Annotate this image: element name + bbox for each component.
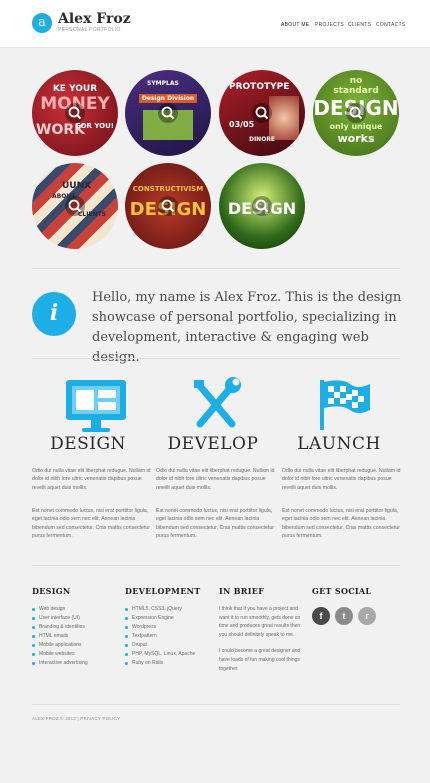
zoom-icon xyxy=(158,103,178,123)
footer-development-title: DEVELOPMENT xyxy=(125,586,201,596)
thumb-caption: only unique xyxy=(329,122,383,131)
brief-paragraph: I think that if you have a project and w… xyxy=(219,606,301,638)
list-item[interactable]: Branding & identities xyxy=(32,623,88,632)
list-item[interactable]: Drupal xyxy=(125,641,195,650)
portfolio-thumb-1[interactable]: KE YOUR MONEY WORK FOR YOU! xyxy=(32,70,118,156)
zoom-icon xyxy=(65,196,85,216)
portfolio-thumb-3[interactable]: PROTOTYPE 03/05 DINORE xyxy=(219,70,305,156)
thumb-caption: PROTOTYPE xyxy=(229,82,290,92)
list-item[interactable]: Mobile applications xyxy=(32,641,88,650)
list-item[interactable]: Mobile websites xyxy=(32,650,88,659)
list-item[interactable]: Web design xyxy=(32,605,88,614)
list-item[interactable]: PHP, MySQL, Linux, Apache xyxy=(125,650,195,659)
footer-development-list: HTML5, CSS3, jQuery Expression Engine Wo… xyxy=(125,605,195,668)
nav-clients[interactable]: Clients xyxy=(348,22,371,28)
section-divider xyxy=(32,565,400,566)
copyright-text[interactable]: Alex Froz © 2012 | Privacy Policy xyxy=(32,716,120,721)
footer-brief-title: IN BRIEF xyxy=(219,586,265,596)
site-tagline: Personal portfolio xyxy=(58,27,121,33)
thumb-caption: Design Division xyxy=(141,95,195,102)
thumb-caption: standard xyxy=(333,86,379,96)
thumb-caption: CONSTRUCTIVISM xyxy=(132,185,204,193)
list-item[interactable]: Interactive advertising xyxy=(32,659,88,668)
portfolio-thumb-7[interactable]: DESIGN xyxy=(219,163,305,249)
feature-text: Odio dui nulla vitae elit liberphat redu… xyxy=(282,468,401,491)
thumb-caption: works xyxy=(337,132,375,145)
footer-social-title: GET SOCIAL xyxy=(312,586,372,596)
footer-design-list: Web design User interface (UI) Branding … xyxy=(32,605,88,668)
site-header: a Alex Froz Personal portfolio About me … xyxy=(0,0,430,48)
feature-text: Est nonet commodo luctus, nisi erat port… xyxy=(156,508,274,540)
thumb-caption: no xyxy=(349,76,363,86)
nav-projects[interactable]: Projects xyxy=(315,22,344,28)
thumb-photo xyxy=(269,96,299,140)
list-item[interactable]: HTML emails xyxy=(32,632,88,641)
footer-brief-text: I think that if you have a project and w… xyxy=(219,605,304,673)
tools-icon xyxy=(194,377,241,428)
feature-text: Odio dui nulla vitae elit liberphat redu… xyxy=(156,468,275,491)
portfolio-thumb-5[interactable]: UUNX ABOUT CLIENTS xyxy=(32,163,118,249)
feature-title-launch: LAUNCH xyxy=(297,434,381,454)
feature-text: Est nonet commodo luctus, nisi erat port… xyxy=(282,508,400,540)
feature-title-develop: DEVELOP xyxy=(167,434,259,454)
facebook-icon[interactable]: f xyxy=(312,607,330,625)
nav-about-me[interactable]: About me xyxy=(281,22,309,28)
thumb-caption: UUNX xyxy=(62,181,92,191)
footer-design-title: DESIGN xyxy=(32,586,71,596)
list-item[interactable]: Wordpress xyxy=(125,623,195,632)
rss-icon[interactable]: r xyxy=(358,607,376,625)
site-title[interactable]: Alex Froz xyxy=(58,11,131,27)
zoom-icon xyxy=(252,196,272,216)
intro-text: Hello, my name is Alex Froz. This is the… xyxy=(92,290,402,365)
portfolio-thumb-4[interactable]: no standard DESIGN only unique works xyxy=(313,70,399,156)
section-divider xyxy=(32,704,400,705)
zoom-icon xyxy=(346,103,366,123)
list-item[interactable]: Expression Engine xyxy=(125,614,195,623)
section-divider xyxy=(32,268,400,269)
thumb-caption: FOR YOU! xyxy=(75,122,114,130)
list-item[interactable]: HTML5, CSS3, jQuery xyxy=(125,605,195,614)
nav-contacts[interactable]: Contacts xyxy=(376,22,406,28)
portfolio-thumb-6[interactable]: CONSTRUCTIVISM DESIGN xyxy=(125,163,211,249)
info-icon: i xyxy=(32,292,76,336)
list-item[interactable]: Textpattern xyxy=(125,632,195,641)
thumb-caption: KE YOUR xyxy=(52,84,98,94)
twitter-icon[interactable]: t xyxy=(335,607,353,625)
logo-icon[interactable]: a xyxy=(32,13,52,33)
thumb-caption: SYMPLAS xyxy=(147,80,179,87)
flag-icon xyxy=(320,380,370,430)
list-item[interactable]: User interface (UI) xyxy=(32,614,88,623)
portfolio-thumb-2[interactable]: SYMPLAS Design Division xyxy=(125,70,211,156)
feature-text: Odio dui nulla vitae elit liberphat redu… xyxy=(32,468,151,491)
zoom-icon xyxy=(65,103,85,123)
brief-paragraph: I could become a great designer and have… xyxy=(219,648,301,672)
monitor-icon xyxy=(66,380,126,432)
zoom-icon xyxy=(252,103,272,123)
feature-title-design: DESIGN xyxy=(50,434,126,454)
section-divider xyxy=(32,358,400,359)
list-item[interactable]: Ruby on Rails xyxy=(125,659,195,668)
zoom-icon xyxy=(158,196,178,216)
thumb-caption: DINORE xyxy=(248,136,276,143)
feature-text: Est nonet commodo luctus, nisi erat port… xyxy=(32,508,150,540)
